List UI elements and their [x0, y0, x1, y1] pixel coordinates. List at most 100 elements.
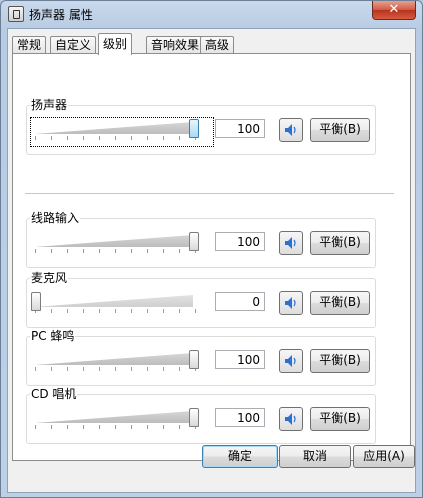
- slider-tick: [67, 249, 68, 253]
- slider-ticks: [35, 249, 196, 253]
- level-value-field[interactable]: 100: [215, 408, 265, 427]
- level-label: 扬声器: [30, 97, 69, 113]
- slider-tick: [35, 249, 36, 253]
- slider-tick: [163, 367, 164, 371]
- slider-tick: [83, 136, 84, 140]
- slider-thumb[interactable]: [31, 292, 41, 311]
- slider-tick: [147, 136, 148, 140]
- level-label: 麦克风: [30, 270, 69, 286]
- cancel-button[interactable]: 取消: [279, 445, 351, 468]
- slider-tick: [99, 425, 100, 429]
- slider-tick: [67, 136, 68, 140]
- slider-tick: [131, 136, 132, 140]
- level-label: CD 唱机: [30, 386, 78, 402]
- close-button[interactable]: ✕: [372, 1, 416, 20]
- speaker-icon: [285, 413, 296, 425]
- slider-track: [35, 411, 193, 423]
- speaker-icon: [285, 124, 296, 136]
- slider-thumb[interactable]: [189, 408, 199, 427]
- slider-tick: [115, 367, 116, 371]
- ok-button[interactable]: 确定: [202, 445, 278, 468]
- volume-slider[interactable]: [30, 117, 214, 147]
- tab-levels[interactable]: 级别: [98, 33, 133, 55]
- slider-tick: [99, 249, 100, 253]
- slider-track: [35, 353, 193, 365]
- slider-tick: [83, 249, 84, 253]
- tab-general[interactable]: 常规: [12, 36, 47, 54]
- slider-tick: [147, 309, 148, 313]
- dialog-client: 常规 自定义 级别 音响效果 高级 扬声器 100 平衡(B) 线路输入 100 平衡(B…: [7, 28, 416, 493]
- slider-ticks: [35, 425, 196, 429]
- slider-tick: [99, 136, 100, 140]
- slider-tick: [35, 367, 36, 371]
- slider-tick: [83, 425, 84, 429]
- slider-tick: [67, 425, 68, 429]
- level-group-speakers: 扬声器 100 平衡(B): [26, 97, 376, 155]
- slider-tick: [163, 425, 164, 429]
- slider-tick: [179, 136, 180, 140]
- slider-tick: [51, 425, 52, 429]
- slider-tick: [163, 136, 164, 140]
- apply-button[interactable]: 应用(A): [353, 445, 415, 468]
- level-value-field[interactable]: 100: [215, 119, 265, 138]
- speaker-icon: [285, 297, 296, 309]
- volume-slider[interactable]: [31, 231, 199, 253]
- slider-ticks: [35, 136, 196, 140]
- level-label: PC 蜂鸣: [30, 328, 76, 344]
- slider-tick: [83, 309, 84, 313]
- tab-custom[interactable]: 自定义: [50, 36, 97, 54]
- balance-button[interactable]: 平衡(B): [310, 407, 370, 431]
- title-bar[interactable]: 扬声器 属性 ✕: [1, 1, 422, 27]
- properties-window: 扬声器 属性 ✕ 常规 自定义 级别 音响效果 高级 扬声器 100 平衡(B) 线路…: [0, 0, 423, 498]
- balance-button[interactable]: 平衡(B): [310, 231, 370, 255]
- mute-button[interactable]: [279, 291, 303, 315]
- slider-tick: [99, 309, 100, 313]
- slider-tick: [195, 309, 196, 313]
- slider-tick: [131, 425, 132, 429]
- mute-button[interactable]: [279, 407, 303, 431]
- mute-button[interactable]: [279, 349, 303, 373]
- mute-button[interactable]: [279, 231, 303, 255]
- slider-track: [35, 295, 193, 307]
- slider-tick: [179, 425, 180, 429]
- volume-slider[interactable]: [31, 407, 199, 429]
- balance-button[interactable]: 平衡(B): [310, 349, 370, 373]
- slider-tick: [51, 367, 52, 371]
- slider-tick: [131, 249, 132, 253]
- level-group-pc-beep: PC 蜂鸣 100 平衡(B): [26, 328, 376, 386]
- level-value-field[interactable]: 0: [215, 292, 265, 311]
- level-value-field[interactable]: 100: [215, 350, 265, 369]
- tab-advanced[interactable]: 高级: [200, 36, 235, 54]
- slider-tick: [115, 309, 116, 313]
- slider-tick: [147, 367, 148, 371]
- section-divider: [25, 193, 394, 194]
- level-value-field[interactable]: 100: [215, 232, 265, 251]
- speaker-icon: [285, 237, 296, 249]
- mute-button[interactable]: [279, 118, 303, 142]
- balance-button[interactable]: 平衡(B): [310, 291, 370, 315]
- slider-tick: [179, 367, 180, 371]
- slider-tick: [131, 309, 132, 313]
- slider-tick: [115, 136, 116, 140]
- slider-tick: [179, 249, 180, 253]
- tab-sound-effects[interactable]: 音响效果: [146, 36, 205, 54]
- slider-ticks: [35, 367, 196, 371]
- slider-tick: [51, 309, 52, 313]
- volume-slider[interactable]: [31, 349, 199, 371]
- volume-slider[interactable]: [31, 291, 199, 313]
- slider-thumb[interactable]: [189, 119, 199, 138]
- level-group-cd-player: CD 唱机 100 平衡(B): [26, 386, 376, 444]
- slider-tick: [35, 425, 36, 429]
- slider-tick: [147, 249, 148, 253]
- speaker-device-icon: [8, 6, 24, 22]
- balance-button[interactable]: 平衡(B): [310, 118, 370, 142]
- level-label: 线路输入: [30, 210, 81, 226]
- level-group-microphone: 麦克风 0 平衡(B): [26, 270, 376, 328]
- slider-thumb[interactable]: [189, 232, 199, 251]
- level-group-line-in: 线路输入 100 平衡(B): [26, 210, 376, 268]
- slider-tick: [115, 425, 116, 429]
- slider-thumb[interactable]: [189, 350, 199, 369]
- slider-tick: [67, 367, 68, 371]
- slider-tick: [115, 249, 116, 253]
- slider-track: [35, 235, 193, 247]
